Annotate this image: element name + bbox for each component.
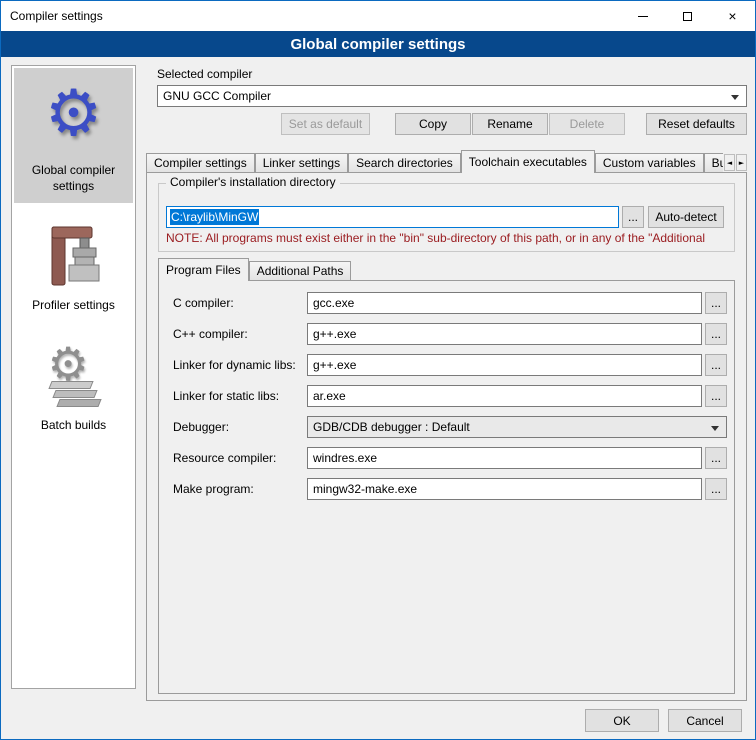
sidebar-item-label: Profiler settings (32, 298, 115, 314)
settings-sidebar: ⚙ Global compiler settings Profiler sett… (11, 65, 136, 689)
chevron-down-icon (711, 426, 719, 431)
make-program-browse-button[interactable]: ... (705, 478, 727, 500)
reset-defaults-button[interactable]: Reset defaults (646, 113, 747, 135)
debugger-value: GDB/CDB debugger : Default (313, 420, 470, 434)
sidebar-item-label: Global compiler settings (18, 163, 129, 194)
resource-compiler-value: windres.exe (313, 451, 377, 465)
caption-buttons: × (620, 1, 755, 31)
gear-icon: ⚙ (45, 78, 102, 154)
dialog-banner: Global compiler settings (1, 31, 755, 57)
titlebar[interactable]: Compiler settings × (1, 1, 755, 31)
installation-directory-value: C:\raylib\MinGW (170, 209, 259, 225)
cancel-button[interactable]: Cancel (668, 709, 742, 732)
static-linker-value: ar.exe (313, 389, 346, 403)
cpp-compiler-value: g++.exe (313, 327, 356, 341)
program-files-panel: C compiler: gcc.exe ... C++ compiler: g+… (158, 280, 735, 694)
minimize-button[interactable] (620, 1, 665, 31)
subtab-program-files[interactable]: Program Files (158, 258, 249, 281)
copy-button[interactable]: Copy (395, 113, 471, 135)
c-compiler-value: gcc.exe (313, 296, 354, 310)
resource-compiler-input[interactable]: windres.exe (307, 447, 702, 469)
sidebar-item-batch-builds[interactable]: ⚙ Batch builds (14, 335, 133, 443)
maximize-icon (683, 12, 692, 21)
selected-compiler-value: GNU GCC Compiler (163, 89, 271, 103)
tab-linker-settings[interactable]: Linker settings (255, 153, 348, 172)
installation-directory-group-title: Compiler's installation directory (166, 175, 340, 189)
static-linker-input[interactable]: ar.exe (307, 385, 702, 407)
selected-compiler-dropdown[interactable]: GNU GCC Compiler (157, 85, 747, 107)
set-as-default-button[interactable]: Set as default (281, 113, 370, 135)
ok-button[interactable]: OK (585, 709, 659, 732)
close-icon: × (728, 9, 736, 23)
installation-directory-input[interactable]: C:\raylib\MinGW (166, 206, 619, 228)
make-program-label: Make program: (173, 482, 254, 496)
c-compiler-label: C compiler: (173, 296, 234, 310)
program-files-tabstrip: Program Files Additional Paths (158, 258, 718, 281)
dynamic-linker-value: g++.exe (313, 358, 356, 372)
c-compiler-browse-button[interactable]: ... (705, 292, 727, 314)
bin-note-text: NOTE: All programs must exist either in … (166, 231, 734, 245)
compiler-settings-window: Compiler settings × Global compiler sett… (0, 0, 756, 740)
dynamic-linker-browse-button[interactable]: ... (705, 354, 727, 376)
sidebar-item-profiler-settings[interactable]: Profiler settings (14, 215, 133, 323)
auto-detect-button[interactable]: Auto-detect (648, 206, 724, 228)
selected-compiler-label: Selected compiler (157, 67, 252, 81)
debugger-label: Debugger: (173, 420, 229, 434)
debugger-dropdown[interactable]: GDB/CDB debugger : Default (307, 416, 727, 438)
delete-button[interactable]: Delete (549, 113, 625, 135)
tab-scroll-right-icon[interactable]: ► (736, 154, 747, 171)
dynamic-linker-label: Linker for dynamic libs: (173, 358, 296, 372)
tab-scroll-arrows: ◄ ► (724, 154, 747, 171)
c-compiler-input[interactable]: gcc.exe (307, 292, 702, 314)
resource-compiler-browse-button[interactable]: ... (705, 447, 727, 469)
make-program-value: mingw32-make.exe (313, 482, 417, 496)
tab-custom-variables[interactable]: Custom variables (595, 153, 704, 172)
static-linker-label: Linker for static libs: (173, 389, 279, 403)
rename-button[interactable]: Rename (472, 113, 548, 135)
close-button[interactable]: × (710, 1, 755, 31)
settings-tabstrip: Compiler settings Linker settings Search… (146, 150, 723, 173)
make-program-input[interactable]: mingw32-make.exe (307, 478, 702, 500)
tab-build-options[interactable]: Build options (704, 153, 723, 172)
cpp-compiler-input[interactable]: g++.exe (307, 323, 702, 345)
sidebar-item-label: Batch builds (41, 418, 106, 434)
profiler-icon (42, 225, 106, 289)
static-linker-browse-button[interactable]: ... (705, 385, 727, 407)
chevron-down-icon (731, 95, 739, 100)
tab-scroll-left-icon[interactable]: ◄ (724, 154, 735, 171)
minimize-icon (638, 16, 648, 17)
tab-toolchain-executables[interactable]: Toolchain executables (461, 150, 595, 173)
dialog-banner-title: Global compiler settings (290, 36, 465, 53)
dynamic-linker-input[interactable]: g++.exe (307, 354, 702, 376)
subtab-additional-paths[interactable]: Additional Paths (249, 261, 352, 280)
cpp-compiler-label: C++ compiler: (173, 327, 248, 341)
tab-compiler-settings[interactable]: Compiler settings (146, 153, 255, 172)
window-title: Compiler settings (1, 9, 103, 23)
tab-search-directories[interactable]: Search directories (348, 153, 461, 172)
resource-compiler-label: Resource compiler: (173, 451, 276, 465)
batch-builds-icon: ⚙ (42, 345, 106, 409)
installation-directory-browse-button[interactable]: ... (622, 206, 644, 228)
sidebar-item-global-compiler-settings[interactable]: ⚙ Global compiler settings (14, 68, 133, 203)
cpp-compiler-browse-button[interactable]: ... (705, 323, 727, 345)
maximize-button[interactable] (665, 1, 710, 31)
